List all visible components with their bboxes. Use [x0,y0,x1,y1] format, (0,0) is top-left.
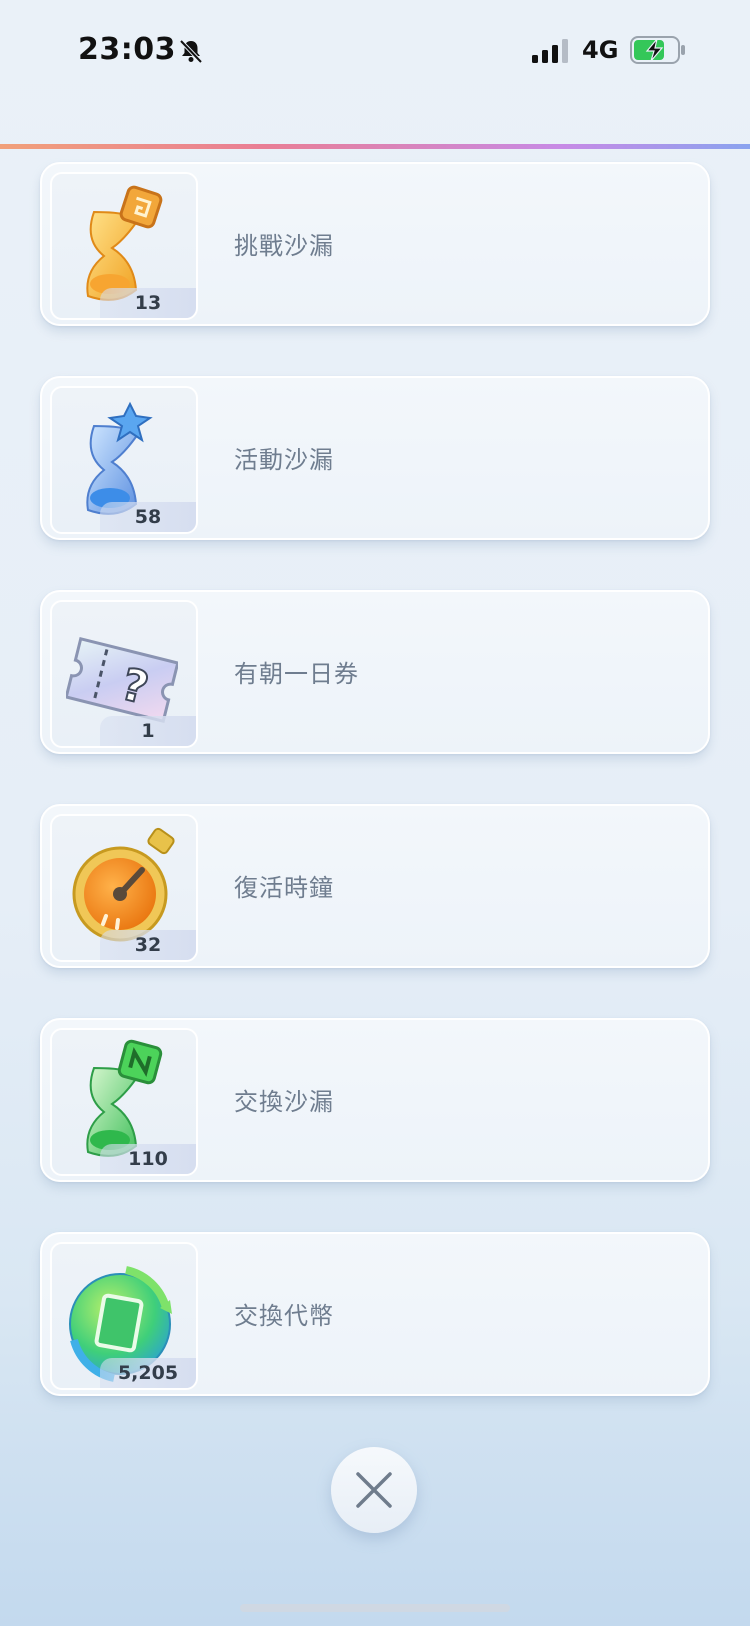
item-icon-box: 5,205 [50,1242,198,1390]
item-icon-box: 58 [50,386,198,534]
item-quantity: 58 [100,502,196,532]
item-name: 復活時鐘 [234,874,334,902]
header-divider [0,144,750,149]
item-quantity: 5,205 [100,1358,196,1388]
item-icon-box: 13 [50,172,198,320]
item-card-revive-clock[interactable]: 32 復活時鐘 [40,804,710,968]
item-card-challenge-hourglass[interactable]: 13 挑戰沙漏 [40,162,710,326]
item-name: 有朝一日券 [234,660,359,688]
item-name: 交換代幣 [234,1302,334,1330]
item-card-event-hourglass[interactable]: 58 活動沙漏 [40,376,710,540]
item-name: 活動沙漏 [234,446,334,474]
item-name: 交換沙漏 [234,1088,334,1116]
item-card-someday-ticket[interactable]: ? 1 有朝一日券 [40,590,710,754]
cellular-signal-icon [532,39,568,63]
status-bar: 23:03 4G [0,0,750,100]
network-type: 4G [582,36,619,64]
battery-charging-icon [630,36,685,64]
item-icon-box: ? 1 [50,600,198,748]
close-button[interactable] [331,1447,417,1533]
item-icon-box: 110 [50,1028,198,1176]
close-icon [356,1472,392,1508]
item-card-exchange-token[interactable]: 5,205 交換代幣 [40,1232,710,1396]
item-quantity: 110 [100,1144,196,1174]
item-icon-box: 32 [50,814,198,962]
item-quantity: 13 [100,288,196,318]
item-card-exchange-hourglass[interactable]: 110 交換沙漏 [40,1018,710,1182]
status-time: 23:03 [78,32,176,67]
item-quantity: 32 [100,930,196,960]
home-indicator[interactable] [240,1604,510,1612]
bell-muted-icon [179,39,203,64]
item-quantity: 1 [100,716,196,746]
item-name: 挑戰沙漏 [234,232,334,260]
